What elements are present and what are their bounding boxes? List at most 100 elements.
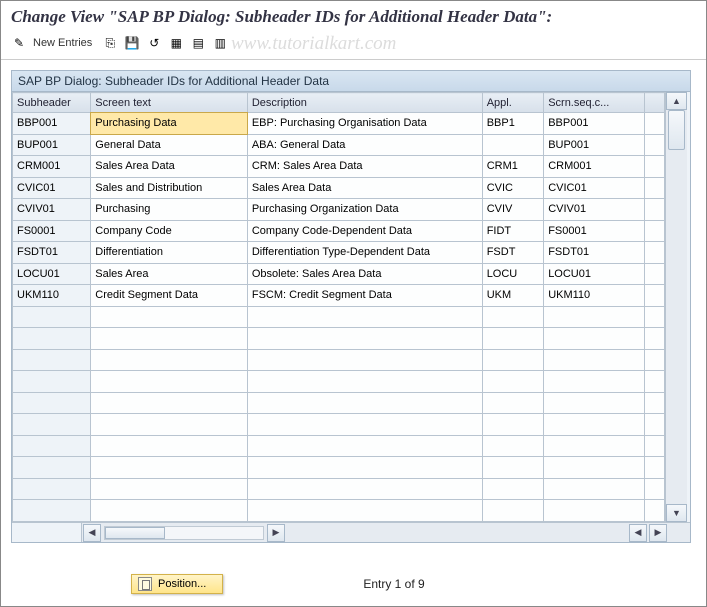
cell[interactable]	[644, 242, 664, 264]
table-row[interactable]: CVIV01PurchasingPurchasing Organization …	[13, 199, 665, 221]
cell[interactable]: FSDT01	[13, 242, 91, 264]
position-button[interactable]: Position...	[131, 574, 223, 594]
cell[interactable]	[247, 328, 482, 350]
scroll-up-icon[interactable]: ▲	[666, 92, 687, 110]
table-row[interactable]: UKM110Credit Segment DataFSCM: Credit Se…	[13, 285, 665, 307]
table-row[interactable]	[13, 478, 665, 500]
cell[interactable]	[482, 371, 544, 393]
cell[interactable]: LOCU01	[544, 263, 645, 285]
hscroll-thumb[interactable]	[105, 527, 165, 539]
cell[interactable]	[482, 328, 544, 350]
cell[interactable]	[13, 457, 91, 479]
cell[interactable]	[13, 478, 91, 500]
cell[interactable]: Purchasing Organization Data	[247, 199, 482, 221]
cell[interactable]: UKM110	[13, 285, 91, 307]
cell[interactable]	[644, 113, 664, 135]
cell[interactable]	[644, 134, 664, 156]
cell[interactable]	[644, 435, 664, 457]
cell[interactable]	[544, 349, 645, 371]
cell[interactable]	[13, 414, 91, 436]
cell[interactable]: BBP001	[13, 113, 91, 135]
cell[interactable]: CRM001	[13, 156, 91, 178]
cell[interactable]: Sales Area Data	[247, 177, 482, 199]
cell[interactable]	[644, 328, 664, 350]
cell[interactable]	[482, 414, 544, 436]
cell[interactable]	[91, 457, 248, 479]
cell[interactable]: Sales and Distribution	[91, 177, 248, 199]
cell[interactable]	[91, 500, 248, 522]
cell[interactable]	[544, 392, 645, 414]
cell[interactable]	[482, 478, 544, 500]
cell[interactable]: General Data	[91, 134, 248, 156]
cell[interactable]	[544, 478, 645, 500]
cell[interactable]	[247, 435, 482, 457]
cell[interactable]: UKM110	[544, 285, 645, 307]
table-row[interactable]	[13, 349, 665, 371]
cell[interactable]	[544, 328, 645, 350]
cell[interactable]: Sales Area Data	[91, 156, 248, 178]
cell[interactable]	[91, 328, 248, 350]
cell[interactable]: FS0001	[544, 220, 645, 242]
cell[interactable]	[247, 457, 482, 479]
cell[interactable]	[13, 435, 91, 457]
cell[interactable]	[644, 285, 664, 307]
cell[interactable]	[482, 500, 544, 522]
cell[interactable]: Company Code	[91, 220, 248, 242]
cell[interactable]	[13, 349, 91, 371]
cell[interactable]	[482, 349, 544, 371]
copy-icon[interactable]: ⎘	[102, 35, 118, 51]
table-row[interactable]	[13, 414, 665, 436]
cell[interactable]: CVIC01	[13, 177, 91, 199]
cell[interactable]	[482, 392, 544, 414]
cell[interactable]	[13, 371, 91, 393]
cell[interactable]	[13, 500, 91, 522]
cell[interactable]	[91, 371, 248, 393]
cell[interactable]	[482, 457, 544, 479]
cell[interactable]	[644, 457, 664, 479]
cell[interactable]	[91, 349, 248, 371]
cell[interactable]	[91, 306, 248, 328]
cell[interactable]: Sales Area	[91, 263, 248, 285]
cell[interactable]: CVIC	[482, 177, 544, 199]
table-row[interactable]: CVIC01Sales and DistributionSales Area D…	[13, 177, 665, 199]
cell[interactable]	[644, 349, 664, 371]
cell[interactable]	[247, 414, 482, 436]
table-row[interactable]: CRM001Sales Area DataCRM: Sales Area Dat…	[13, 156, 665, 178]
select-block-icon[interactable]: ▤	[190, 35, 206, 51]
table-row[interactable]	[13, 500, 665, 522]
cell[interactable]	[482, 306, 544, 328]
cell[interactable]: LOCU	[482, 263, 544, 285]
cell[interactable]	[91, 392, 248, 414]
cell[interactable]	[544, 457, 645, 479]
cell[interactable]: CVIV01	[13, 199, 91, 221]
cell[interactable]	[644, 220, 664, 242]
cell[interactable]	[13, 328, 91, 350]
cell[interactable]: FS0001	[13, 220, 91, 242]
cell[interactable]: FIDT	[482, 220, 544, 242]
cell[interactable]	[247, 500, 482, 522]
cell[interactable]	[644, 156, 664, 178]
table-row[interactable]	[13, 392, 665, 414]
cell[interactable]: Differentiation Type-Dependent Data	[247, 242, 482, 264]
table-row[interactable]: BBP001Purchasing DataEBP: Purchasing Org…	[13, 113, 665, 135]
cell[interactable]: Purchasing	[91, 199, 248, 221]
cell[interactable]: CRM001	[544, 156, 645, 178]
cell[interactable]: CVIV01	[544, 199, 645, 221]
cell[interactable]: Credit Segment Data	[91, 285, 248, 307]
table-row[interactable]: LOCU01Sales AreaObsolete: Sales Area Dat…	[13, 263, 665, 285]
cell[interactable]: FSCM: Credit Segment Data	[247, 285, 482, 307]
cell[interactable]	[247, 478, 482, 500]
col-extra[interactable]	[644, 93, 664, 113]
cell[interactable]: Purchasing Data	[91, 113, 248, 135]
cell[interactable]: CVIV	[482, 199, 544, 221]
table-row[interactable]: BUP001General DataABA: General DataBUP00…	[13, 134, 665, 156]
cell[interactable]: FSDT01	[544, 242, 645, 264]
new-entries-button[interactable]: New Entries	[33, 37, 92, 49]
cell[interactable]: EBP: Purchasing Organisation Data	[247, 113, 482, 135]
deselect-icon[interactable]: ▥	[212, 35, 228, 51]
vertical-scrollbar[interactable]: ▲ ▼	[665, 92, 687, 522]
col-scrnseq[interactable]: Scrn.seq.c...	[544, 93, 645, 113]
cell[interactable]	[247, 371, 482, 393]
undo-icon[interactable]: ↺	[146, 35, 162, 51]
save-icon[interactable]: 💾	[124, 35, 140, 51]
